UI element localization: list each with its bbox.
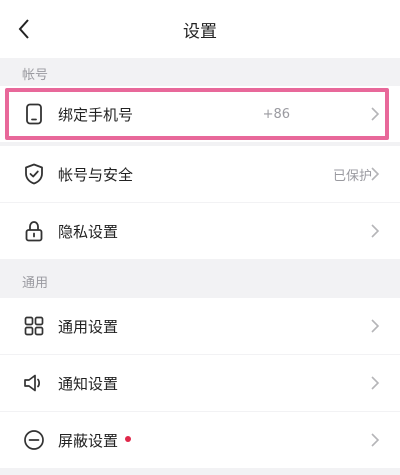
shield-icon — [22, 162, 46, 186]
section-label-general: 通用 — [22, 276, 49, 291]
privacy-row[interactable]: 隐私设置 — [0, 203, 400, 259]
chevron-right-icon — [371, 319, 380, 333]
minus-circle-icon — [22, 428, 46, 452]
chevron-right-icon — [371, 376, 380, 390]
top-bar: 设置 — [0, 0, 400, 58]
bind-phone-label: 绑定手机号 — [58, 105, 134, 124]
section-label-account: 帐号 — [22, 68, 49, 83]
chevron-right-icon — [371, 224, 380, 238]
lock-icon — [22, 219, 46, 243]
security-row[interactable]: 帐号与安全 已保护 — [0, 146, 400, 202]
chevron-right-icon — [371, 167, 380, 181]
block-settings-row[interactable]: 屏蔽设置 — [0, 412, 400, 468]
chevron-right-icon — [371, 433, 380, 447]
chevron-right-icon — [371, 107, 380, 121]
phone-icon — [22, 102, 46, 126]
security-label: 帐号与安全 — [58, 165, 134, 184]
grid-icon — [22, 314, 46, 338]
red-dot-badge — [125, 436, 132, 442]
general-settings-row[interactable]: 通用设置 — [0, 298, 400, 354]
security-value: 已保护 — [332, 168, 372, 184]
notifications-row[interactable]: 通知设置 — [0, 355, 400, 411]
page-title: 设置 — [183, 22, 217, 42]
general-settings-label: 通用设置 — [58, 317, 119, 336]
privacy-label: 隐私设置 — [58, 222, 119, 241]
block-settings-label: 屏蔽设置 — [58, 431, 119, 450]
bind-phone-value: +86 — [262, 106, 290, 122]
notifications-label: 通知设置 — [58, 374, 119, 393]
speaker-icon — [22, 371, 46, 395]
bind-phone-row[interactable]: 绑定手机号 +86 — [0, 86, 400, 142]
